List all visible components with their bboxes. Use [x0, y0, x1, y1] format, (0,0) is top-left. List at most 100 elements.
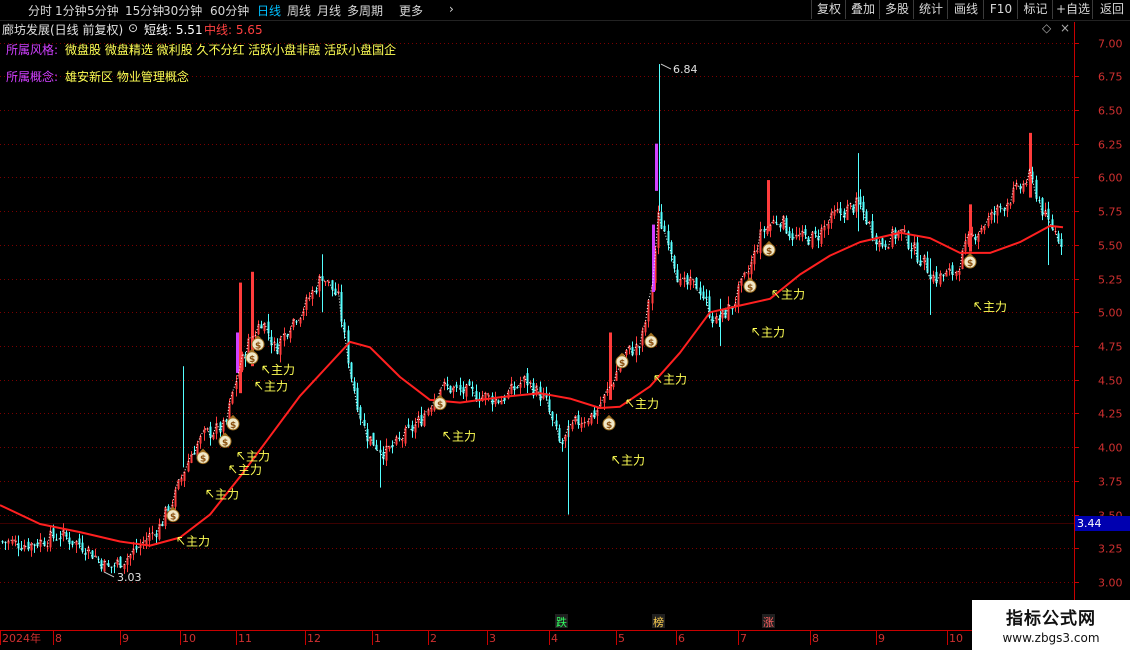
zhuli-label: 主力 [635, 397, 659, 411]
candle-body [612, 383, 615, 388]
candle-body [427, 409, 430, 415]
dropdown-icon[interactable]: ⊙ [128, 21, 138, 35]
period-tab-10[interactable]: 更多 [399, 2, 423, 19]
candle-body [791, 233, 794, 240]
x-tick-label: 7 [740, 632, 747, 645]
period-tab-6[interactable]: 日线 [257, 2, 281, 19]
bottom-marker: 涨 [763, 616, 774, 629]
period-tab-9[interactable]: 多周期 [347, 2, 383, 19]
close-icon[interactable]: × [1060, 21, 1070, 35]
up-left-arrow-icon [206, 489, 214, 498]
period-tab-8[interactable]: 月线 [317, 2, 341, 19]
candle-body [91, 550, 94, 559]
toolbar-button-8[interactable]: 返回 [1092, 0, 1130, 19]
candle-spike [609, 332, 612, 400]
money-bag-tie [619, 352, 625, 356]
candle-spike [568, 420, 569, 515]
candle-body [753, 250, 756, 265]
candle-body [823, 226, 826, 231]
candle-body [750, 261, 753, 275]
period-tab-1[interactable]: 1分钟 [55, 2, 87, 19]
money-bag-symbol: $ [747, 283, 753, 293]
x-tick-label: 11 [238, 632, 252, 645]
money-bag-symbol: $ [255, 341, 261, 351]
y-tick-label: 4.75 [1098, 341, 1123, 354]
candle-spike [930, 258, 931, 315]
watermark: 指标公式网 www.zbgs3.com [972, 600, 1130, 650]
candle-body [638, 347, 641, 349]
candle-body [123, 564, 126, 570]
candle-body [996, 205, 999, 216]
x-tick-label: 2024年 [2, 631, 41, 645]
diamond-icon[interactable]: ◇ [1042, 21, 1051, 35]
candle-body [407, 424, 410, 427]
up-left-arrow-icon [177, 537, 185, 545]
toolbar-button-4[interactable]: 画线 [947, 0, 984, 19]
up-left-arrow-icon [262, 365, 270, 374]
style-label: 所属风格: [6, 43, 59, 57]
y-tick-label: 3.00 [1098, 577, 1123, 590]
candle-body [65, 532, 68, 537]
period-tab-0[interactable]: 分时 [28, 2, 52, 19]
candle-body [318, 275, 321, 292]
current-price-value: 3.44 [1077, 517, 1102, 530]
short-line [2, 168, 1062, 571]
candle-body [865, 211, 868, 225]
candle-body [670, 242, 673, 255]
toolbar-button-3[interactable]: 统计 [913, 0, 948, 19]
candle-spike [655, 143, 658, 191]
candle-body [827, 223, 830, 229]
toolbar-button-7[interactable]: +自选 [1052, 0, 1093, 19]
period-tab-4[interactable]: 30分钟 [163, 2, 202, 19]
period-tab-5[interactable]: 60分钟 [210, 2, 249, 19]
candle-body [839, 208, 842, 214]
more-arrow-icon[interactable]: › [449, 2, 454, 16]
toolbar-button-5[interactable]: F10 [983, 0, 1018, 19]
bottom-marker: 榜 [653, 615, 664, 629]
y-tick-label: 5.50 [1098, 240, 1123, 253]
candle-body [388, 446, 391, 449]
candle-body [1041, 198, 1044, 216]
candle-body [785, 217, 788, 234]
x-tick-label: 5 [618, 632, 625, 645]
toolbar-button-1[interactable]: 叠加 [845, 0, 880, 19]
candle-body [423, 413, 426, 426]
zhuli-label: 主力 [264, 379, 288, 393]
period-tab-7[interactable]: 周线 [287, 2, 311, 19]
candle-body [673, 256, 676, 269]
y-tick-label: 4.50 [1098, 375, 1123, 388]
candle-body [356, 387, 359, 411]
short-line-label: 短线: 5.51 [144, 23, 203, 37]
concept-label: 所属概念: [6, 70, 59, 84]
toolbar-button-0[interactable]: 复权 [811, 0, 846, 19]
x-tick-label: 8 [55, 632, 62, 645]
candle-spike [239, 282, 242, 394]
candle-body [187, 461, 190, 472]
period-toolbar: 分时 1分钟 5分钟 15分钟 30分钟 60分钟 日线 周线 月线 多周期 更多 › 复权 叠加 多股 统计… [0, 0, 1130, 21]
candle-spike [236, 332, 239, 373]
candle-body [1012, 187, 1015, 203]
x-tick-label: 10 [949, 632, 963, 645]
max-price-label: 6.84 [673, 63, 698, 76]
y-tick-label: 4.00 [1098, 442, 1123, 455]
period-tab-2[interactable]: 5分钟 [87, 2, 119, 19]
price-chart[interactable]: 7.00 6.75 6.50 6.25 6.00 5.75 5.50 5.25 5.00 4.75… [0, 0, 1130, 650]
period-tab-3[interactable]: 15分钟 [125, 2, 164, 19]
candle-body [715, 316, 718, 324]
candle-spike [659, 64, 660, 212]
candle-body [219, 422, 222, 433]
candle-body [375, 444, 378, 450]
style-value: 微盘股 微盘精选 微利股 久不分红 活跃小盘非融 活跃小盘国企 [65, 43, 397, 57]
candle-body [471, 386, 474, 390]
candle-spike [969, 204, 972, 252]
candle-body [491, 395, 494, 405]
toolbar-button-6[interactable]: 标记 [1017, 0, 1053, 19]
candle-spike [322, 254, 323, 313]
candle-body [881, 238, 884, 247]
toolbar-button-2[interactable]: 多股 [879, 0, 914, 19]
candle-body [692, 279, 695, 281]
up-left-arrow-icon [255, 381, 263, 390]
money-bag-symbol: $ [222, 438, 228, 448]
candle-body [923, 255, 926, 264]
candle-body [878, 241, 881, 247]
